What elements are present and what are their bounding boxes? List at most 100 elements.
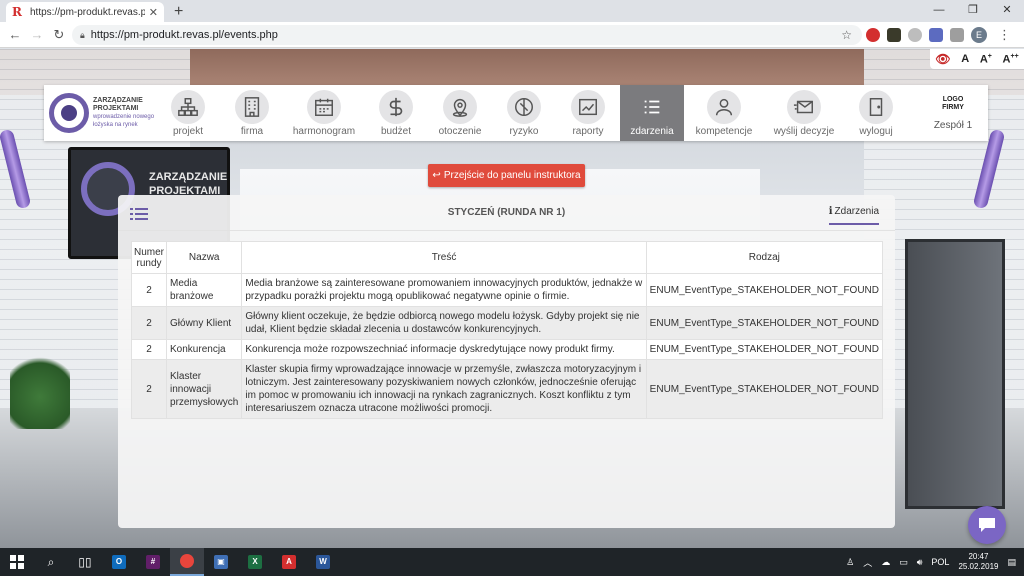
logo-firm-label: LOGO FIRMY	[942, 95, 964, 111]
text-size-normal[interactable]: A	[961, 53, 969, 65]
cell-num: 2	[130, 339, 168, 360]
nav-label: projekt	[172, 126, 203, 137]
cell-name: Główny Klient	[166, 306, 243, 340]
chat-button[interactable]	[968, 506, 1006, 544]
tab-label: Zdarzenia	[834, 206, 879, 217]
close-window-icon[interactable]: ✕	[990, 0, 1024, 22]
people-icon[interactable]: ♙	[846, 557, 854, 568]
company-logo: LOGO FIRMY Zespół 1	[918, 85, 988, 141]
column-header-kind: Rodzaj	[645, 241, 884, 274]
nav-raporty[interactable]: raporty	[556, 85, 620, 141]
keyboard-language[interactable]: POL	[931, 557, 949, 567]
browser-tab-strip: R https://pm-produkt.revas.pl/eve ✕ + — …	[0, 0, 1024, 22]
system-tray: ♙ ︿ ☁ ▭ 🔊︎ POL 20:47 25.02.2019 ▤	[846, 552, 1024, 572]
user-icon	[715, 98, 733, 116]
building-icon	[244, 97, 260, 117]
extension-icon[interactable]	[887, 28, 901, 42]
taskbar-clock[interactable]: 20:47 25.02.2019	[958, 552, 998, 572]
chrome-icon[interactable]	[170, 548, 204, 576]
nav-wyloguj[interactable]: wyloguj	[844, 85, 908, 141]
maximize-icon[interactable]: ❐	[956, 0, 990, 22]
cell-name: Konkurencja	[166, 339, 243, 360]
excel-icon[interactable]: X	[238, 548, 272, 576]
forward-icon[interactable]: →	[26, 27, 48, 42]
column-header-name: Nazwa	[166, 241, 243, 274]
tab-title: https://pm-produkt.revas.pl/eve	[30, 6, 145, 18]
reload-icon[interactable]: ↻	[48, 27, 70, 43]
browser-tab[interactable]: R https://pm-produkt.revas.pl/eve ✕	[6, 2, 164, 22]
bookmark-star-icon[interactable]: ☆	[841, 28, 852, 42]
windows-start-icon[interactable]	[0, 548, 34, 576]
minimize-icon[interactable]: —	[922, 0, 956, 22]
nav-zdarzenia[interactable]: zdarzenia	[620, 85, 684, 141]
cell-content: Główny klient oczekuje, że będzie odbior…	[241, 306, 647, 340]
table-row: 2 Klaster innowacji przemysłowych Klaste…	[130, 359, 884, 419]
main-navigation: ZARZĄDZANIE PROJEKTAMI wprowadzenie nowe…	[44, 85, 988, 141]
send-mail-icon	[793, 100, 813, 114]
nav-label: zdarzenia	[630, 126, 674, 137]
back-icon[interactable]: ←	[4, 27, 26, 42]
nav-projekt[interactable]: projekt	[156, 85, 220, 141]
nav-harmonogram[interactable]: harmonogram	[284, 85, 364, 141]
extension-gray-icon[interactable]	[908, 28, 922, 42]
instructor-panel-button[interactable]: ↩ Przejście do panelu instruktora	[428, 164, 585, 187]
nav-label: ryzyko	[509, 126, 539, 137]
reply-arrow-icon: ↩	[432, 170, 441, 181]
browser-menu-icon[interactable]: ⋮	[998, 27, 1011, 43]
outlook-icon[interactable]: O	[102, 548, 136, 576]
cell-num: 2	[130, 306, 168, 340]
report-chart-icon	[579, 98, 597, 116]
notifications-icon[interactable]: ▤	[1007, 557, 1016, 568]
events-table: Numer rundy Nazwa Treść Rodzaj 2 Media b…	[130, 241, 884, 419]
tab-close-icon[interactable]: ✕	[149, 6, 158, 19]
adblock-extension-icon[interactable]	[866, 28, 880, 42]
map-pin-icon	[452, 99, 468, 117]
browser-toolbar: ← → ↻ 🔒︎ https://pm-produkt.revas.pl/eve…	[0, 22, 1024, 48]
nav-firma[interactable]: firma	[220, 85, 284, 141]
network-icon[interactable]: ▭	[899, 557, 908, 568]
volume-icon[interactable]: 🔊︎	[917, 557, 923, 568]
list-icon	[644, 100, 660, 114]
brand-title: ZARZĄDZANIE PROJEKTAMI	[93, 97, 143, 112]
logout-door-icon	[869, 98, 883, 116]
brand-logo[interactable]: ZARZĄDZANIE PROJEKTAMI wprowadzenie nowe…	[44, 85, 156, 141]
save-disk-icon[interactable]: ▣	[204, 548, 238, 576]
nav-otoczenie[interactable]: otoczenie	[428, 85, 492, 141]
extension-puzzle-icon[interactable]	[929, 28, 943, 42]
slack-icon[interactable]: #	[136, 548, 170, 576]
tray-chevron-icon[interactable]: ︿	[863, 556, 872, 569]
nav-label: harmonogram	[292, 126, 356, 137]
nav-ryzyko[interactable]: ryzyko	[492, 85, 556, 141]
acrobat-icon[interactable]: A	[272, 548, 306, 576]
cell-content: Konkurencja może rozpowszechniać informa…	[241, 339, 647, 360]
onedrive-icon[interactable]: ☁	[881, 557, 890, 568]
new-tab-icon[interactable]: +	[174, 2, 183, 22]
text-size-xlarge[interactable]: A++	[1003, 53, 1019, 66]
column-header-num: Numer rundy	[130, 241, 168, 274]
table-row: 2 Główny Klient Główny klient oczekuje, …	[130, 306, 884, 340]
nav-kompetencje[interactable]: kompetencje	[684, 85, 764, 141]
nav-budzet[interactable]: budżet	[364, 85, 428, 141]
profile-avatar[interactable]: E	[971, 27, 987, 43]
search-icon[interactable]: ⌕	[34, 548, 68, 576]
org-chart-icon	[178, 98, 198, 116]
chat-bubble-icon	[979, 518, 995, 532]
task-view-icon[interactable]: ▯▯	[68, 548, 102, 576]
column-header-content: Treść	[241, 241, 647, 274]
nav-label: kompetencje	[695, 126, 753, 137]
address-bar[interactable]: 🔒︎ https://pm-produkt.revas.pl/events.ph…	[72, 25, 862, 45]
cell-kind: ENUM_EventType_STAKEHOLDER_NOT_FOUND	[645, 339, 884, 360]
tv-text: ZARZĄDZANIE PROJEKTAMI	[149, 171, 228, 197]
risk-icon	[515, 98, 533, 116]
text-size-widget: 👁︎ A A+ A++	[930, 49, 1024, 69]
word-icon[interactable]: W	[306, 548, 340, 576]
nav-wyslij-decyzje[interactable]: wyślij decyzje	[764, 85, 844, 141]
extension-doc-icon[interactable]	[950, 28, 964, 42]
text-size-large[interactable]: A+	[980, 53, 992, 66]
address-url: https://pm-produkt.revas.pl/events.php	[90, 29, 278, 41]
brand-logo-icon	[49, 93, 89, 133]
tab-zdarzenia[interactable]: i Zdarzenia	[828, 206, 879, 225]
panel-header: STYCZEŃ (RUNDA NR 1) i Zdarzenia	[118, 195, 895, 231]
clock-date: 25.02.2019	[958, 562, 999, 571]
contrast-eye-icon[interactable]: 👁︎	[935, 52, 950, 66]
